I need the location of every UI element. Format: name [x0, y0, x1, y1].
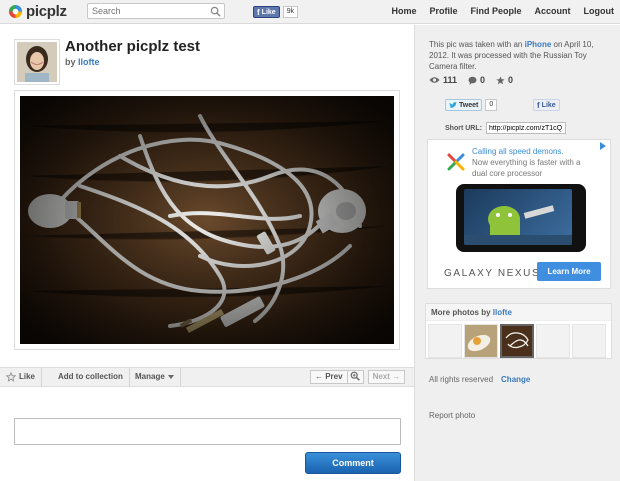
facebook-icon: f [537, 100, 540, 110]
short-url-row: Short URL: [445, 122, 566, 134]
likes-stat: 0 [496, 75, 513, 85]
logo-text: picplz [26, 3, 67, 20]
avatar-image [17, 42, 57, 82]
thumbnail[interactable] [464, 324, 498, 358]
rights-change-link[interactable]: Change [501, 375, 530, 384]
short-url-label: Short URL: [445, 124, 482, 132]
likes-count: 0 [508, 75, 514, 85]
ad-phone-image [456, 184, 586, 252]
info-text-pre: This pic was taken with an [429, 40, 525, 49]
manage-label: Manage [135, 372, 165, 381]
report-photo-link[interactable]: Report photo [429, 411, 475, 420]
main-photo[interactable] [20, 96, 394, 344]
device-link[interactable]: iPhone [525, 40, 552, 49]
add-to-collection-label: Add to collection [58, 372, 123, 381]
photo-stats: 111 0 0 [429, 75, 513, 85]
star-icon [496, 75, 505, 84]
nav-logout[interactable]: Logout [584, 6, 615, 16]
flower-photo-thumbnail [465, 325, 497, 357]
avatar-portrait-icon [17, 42, 57, 82]
eye-icon [429, 77, 440, 83]
photo-info: This pic was taken with an iPhone on Apr… [429, 39, 614, 72]
main-column: Another picplz test by llofte Like Add t… [0, 25, 414, 481]
earphones-photo-thumbnail [502, 326, 532, 356]
sidebar: This pic was taken with an iPhone on Apr… [414, 25, 620, 481]
main-nav: Home Profile Find People Account Logout [391, 6, 614, 16]
tweet-widget: Tweet 0 [445, 99, 498, 111]
tweet-button[interactable]: Tweet [445, 99, 483, 111]
photo-thumbnails [426, 321, 611, 361]
by-label: by [65, 57, 76, 67]
logo[interactable]: picplz [8, 3, 67, 20]
rights-text: All rights reserved [429, 375, 494, 384]
android-robot-icon [464, 205, 572, 245]
comment-field[interactable] [15, 419, 400, 444]
ad-subtext: Now everything is faster with a dual cor… [472, 158, 581, 178]
views-count: 111 [443, 75, 458, 85]
ad-headline: Calling all speed demons. [472, 147, 564, 156]
author-link[interactable]: llofte [78, 57, 100, 67]
pager: ← Prev Next → [310, 370, 406, 384]
facebook-like-button[interactable]: f Like [253, 6, 280, 18]
more-photos-label: More photos by [431, 308, 493, 317]
thumbnail[interactable] [536, 324, 570, 358]
twitter-bird-icon [449, 101, 457, 108]
nav-account[interactable]: Account [535, 6, 571, 16]
facebook-like-label: Like [261, 8, 276, 16]
thumbnail-selected[interactable] [500, 324, 534, 358]
tweet-count: 0 [485, 99, 498, 111]
tweet-label: Tweet [459, 101, 479, 109]
nav-home[interactable]: Home [391, 6, 416, 16]
nav-find-people[interactable]: Find People [470, 6, 521, 16]
earphones-photo-illustration [20, 96, 394, 344]
top-bar: picplz f Like 9k Home Profile Find Peopl… [0, 0, 620, 24]
picplz-logo-icon [8, 4, 23, 19]
zoom-icon [350, 371, 360, 381]
more-photos-heading: More photos by llofte [426, 304, 611, 321]
chevron-down-icon [167, 375, 174, 379]
search-icon[interactable] [210, 6, 221, 17]
google-x-logo-icon [447, 153, 465, 171]
like-label: Like [19, 372, 36, 381]
more-photos-panel: More photos by llofte [425, 303, 612, 359]
photo-frame [14, 90, 400, 350]
prev-button[interactable]: ← Prev [310, 370, 348, 384]
search-box [87, 3, 225, 19]
manage-dropdown[interactable]: Manage [129, 368, 181, 386]
ad-choices-icon[interactable] [599, 142, 607, 150]
comment-field-wrapper [14, 418, 401, 445]
facebook-like-count: 9k [282, 6, 299, 18]
advertisement[interactable]: Calling all speed demons. Now everything… [427, 139, 611, 289]
page-title: Another picplz test [65, 38, 201, 55]
avatar[interactable] [14, 39, 60, 85]
thumbnail[interactable] [572, 324, 606, 358]
facebook-like-button-side[interactable]: f Like [533, 99, 560, 111]
search-input[interactable] [88, 4, 206, 18]
next-button[interactable]: Next → [367, 370, 406, 384]
speech-bubble-icon [468, 76, 477, 85]
learn-more-button[interactable]: Learn More [537, 262, 601, 281]
facebook-like-widget-side: f Like [533, 99, 560, 111]
views-stat: 111 [429, 75, 457, 85]
byline: by llofte [65, 57, 100, 67]
photo-toolbar: Like Add to collection Manage ← Prev Nex… [0, 367, 414, 387]
facebook-like-label-side: Like [541, 101, 556, 109]
facebook-icon: f [257, 7, 260, 17]
short-url-field[interactable] [485, 122, 566, 134]
thumbnail[interactable] [428, 324, 462, 358]
like-button[interactable]: Like [0, 368, 43, 386]
comments-count: 0 [480, 75, 486, 85]
comments-stat: 0 [468, 75, 485, 85]
add-to-collection-button[interactable]: Add to collection [52, 368, 130, 386]
ad-phone-screen [464, 189, 572, 245]
more-photos-user-link[interactable]: llofte [493, 308, 512, 317]
ad-text: Calling all speed demons. Now everything… [472, 146, 597, 179]
facebook-like-widget: f Like 9k [253, 6, 299, 18]
zoom-button[interactable] [347, 370, 364, 384]
ad-brand: GALAXY NEXUS [444, 268, 541, 279]
rights-row: All rights reserved Change [429, 375, 530, 384]
comment-button[interactable]: Comment [305, 452, 401, 474]
nav-profile[interactable]: Profile [429, 6, 457, 16]
star-outline-icon [6, 372, 16, 382]
